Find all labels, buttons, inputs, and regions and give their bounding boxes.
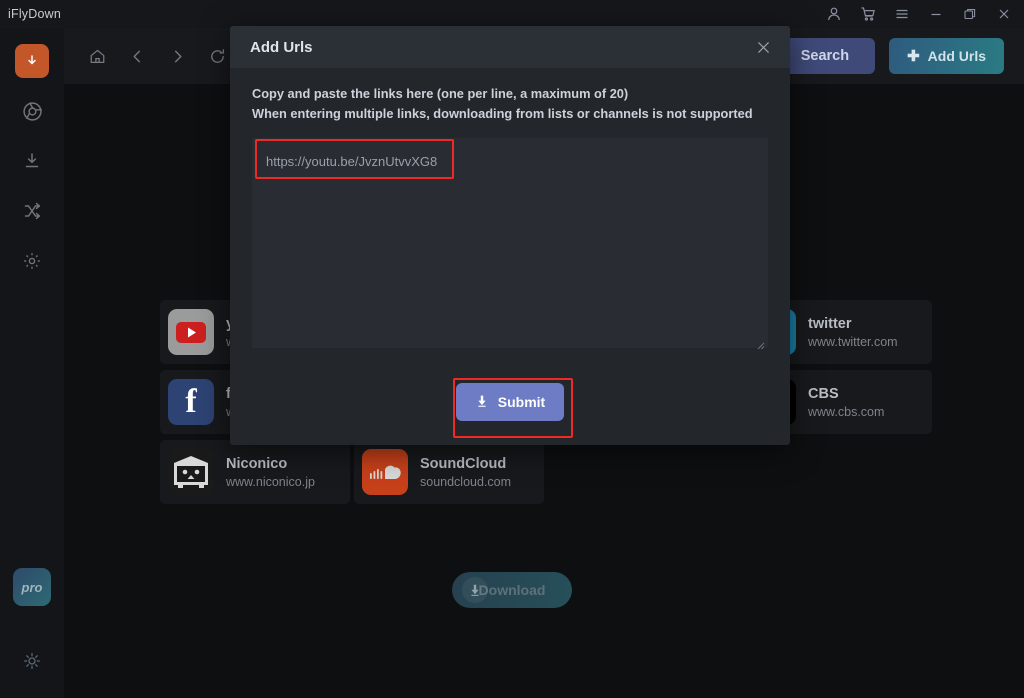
dialog-title: Add Urls xyxy=(250,38,313,56)
sidebar-item-converter[interactable] xyxy=(15,194,49,228)
close-icon[interactable] xyxy=(988,0,1020,28)
sidebar-item-downloader[interactable] xyxy=(15,44,49,78)
site-card-soundcloud[interactable]: SoundCloud soundcloud.com xyxy=(354,440,544,504)
download-button[interactable]: Download xyxy=(452,572,572,608)
add-urls-dialog: Add Urls Copy and paste the links here (… xyxy=(230,26,790,445)
forward-icon[interactable] xyxy=(162,41,192,71)
app-window: iFlyDown pro Search ✚ Add Urls twitter w… xyxy=(0,0,1024,698)
download-arrow-icon xyxy=(475,394,489,411)
site-title: SoundCloud xyxy=(420,455,507,472)
site-title: Niconico xyxy=(226,455,288,472)
site-title: CBS xyxy=(808,385,839,402)
add-urls-button[interactable]: ✚ Add Urls xyxy=(889,38,1004,74)
brightness-icon[interactable] xyxy=(15,644,49,678)
youtube-icon xyxy=(168,309,214,355)
submit-button[interactable]: Submit xyxy=(456,383,564,421)
account-icon[interactable] xyxy=(818,0,850,28)
site-card-niconico[interactable]: Niconico www.niconico.jp xyxy=(160,440,350,504)
close-icon[interactable] xyxy=(750,34,776,60)
niconico-icon xyxy=(168,449,214,495)
dialog-header: Add Urls xyxy=(230,26,790,68)
hint-line-1: Copy and paste the links here (one per l… xyxy=(252,86,629,101)
title-bar: iFlyDown xyxy=(0,0,1024,28)
reload-icon[interactable] xyxy=(202,41,232,71)
plus-icon: ✚ xyxy=(907,48,920,65)
menu-icon[interactable] xyxy=(886,0,918,28)
urls-textarea-wrap xyxy=(252,138,768,353)
site-url: www.cbs.com xyxy=(808,404,885,419)
download-arrow-icon xyxy=(462,577,488,603)
submit-label: Submit xyxy=(497,394,546,410)
back-icon[interactable] xyxy=(122,41,152,71)
site-url: soundcloud.com xyxy=(420,474,512,489)
minimize-icon[interactable] xyxy=(920,0,952,28)
home-icon[interactable] xyxy=(82,41,112,71)
window-controls xyxy=(818,0,1020,28)
soundcloud-icon xyxy=(362,449,408,495)
facebook-icon: f xyxy=(168,379,214,425)
nav-icon-group xyxy=(82,41,232,71)
site-url: www.niconico.jp xyxy=(226,474,315,489)
app-title: iFlyDown xyxy=(8,7,61,21)
submit-row: Submit xyxy=(252,383,768,421)
urls-input[interactable] xyxy=(252,138,768,348)
pro-badge[interactable]: pro xyxy=(13,568,51,606)
add-urls-label: Add Urls xyxy=(927,48,986,64)
cart-icon[interactable] xyxy=(852,0,884,28)
sidebar-item-settings[interactable] xyxy=(15,244,49,278)
dialog-body: Copy and paste the links here (one per l… xyxy=(230,68,790,421)
site-title: twitter xyxy=(808,315,852,332)
hint-line-2: When entering multiple links, downloadin… xyxy=(252,106,753,121)
sidebar-item-browser[interactable] xyxy=(15,94,49,128)
site-url: www.twitter.com xyxy=(808,334,898,349)
sidebar-item-downloads[interactable] xyxy=(15,144,49,178)
restore-icon[interactable] xyxy=(954,0,986,28)
download-label: Download xyxy=(478,582,546,598)
left-sidebar: pro xyxy=(0,28,64,698)
